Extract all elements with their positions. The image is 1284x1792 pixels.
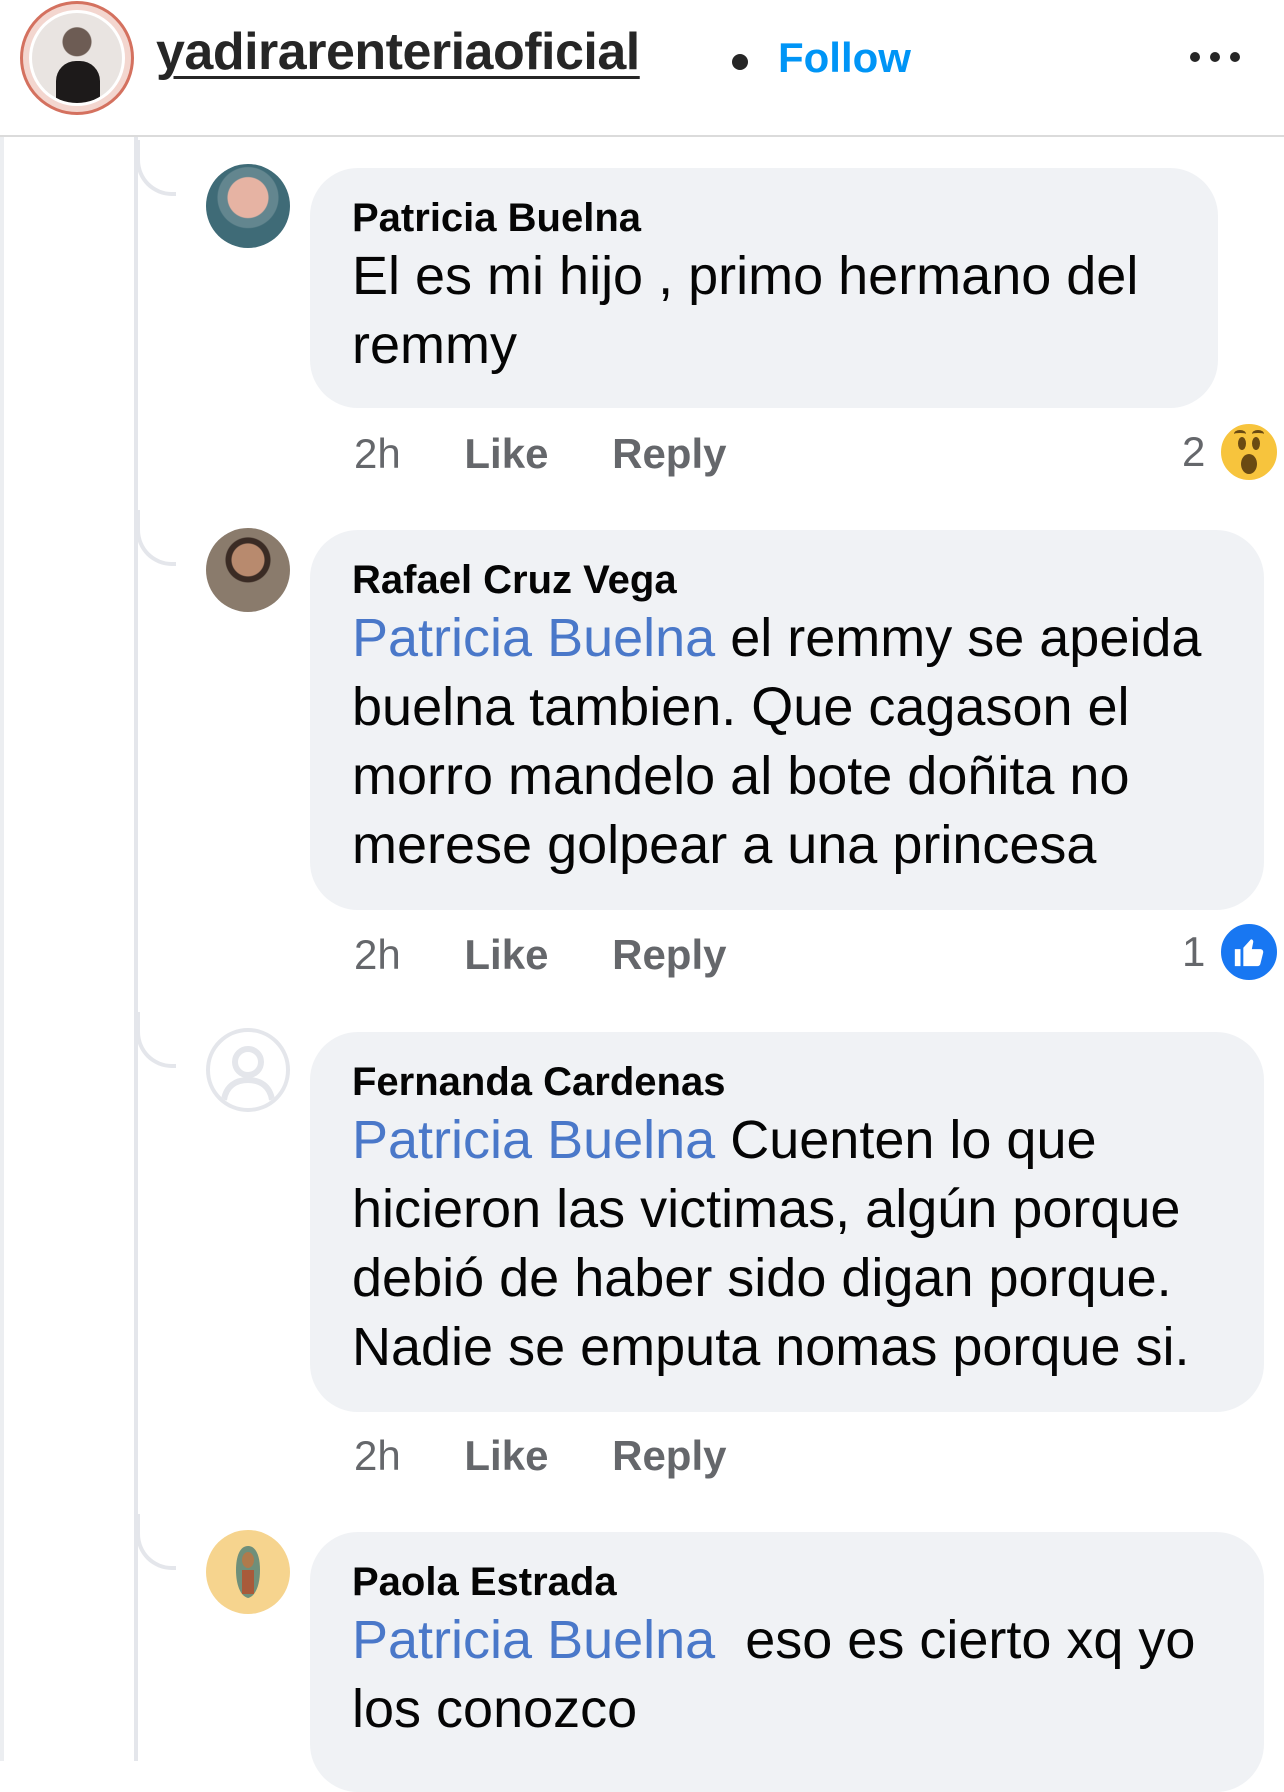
- comment-time[interactable]: 2h: [354, 430, 401, 477]
- comment-actions: 2h Like Reply: [354, 931, 778, 979]
- post-header: yadirarenteriaoficial Follow: [0, 0, 1284, 137]
- mention-link[interactable]: Patricia Buelna: [352, 608, 715, 668]
- avatar-photo: [32, 13, 122, 103]
- thread-connector: [136, 140, 176, 196]
- reply-button[interactable]: Reply: [612, 931, 726, 978]
- comment-time[interactable]: 2h: [354, 931, 401, 978]
- virgin-image-icon: [236, 1546, 260, 1598]
- commenter-avatar[interactable]: [206, 1530, 290, 1614]
- comment-bubble: Rafael Cruz Vega Patricia Buelna el remm…: [310, 530, 1264, 910]
- commenter-avatar[interactable]: [206, 164, 290, 248]
- comment-time[interactable]: 2h: [354, 1432, 401, 1479]
- comment-bubble: Fernanda Cardenas Patricia Buelna Cuente…: [310, 1032, 1264, 1412]
- mention-link[interactable]: Patricia Buelna: [352, 1110, 715, 1170]
- thread-connector: [136, 510, 176, 566]
- default-avatar-icon: [221, 1046, 275, 1101]
- comment-author[interactable]: Patricia Buelna: [352, 194, 1176, 242]
- more-options-icon[interactable]: [1190, 50, 1240, 64]
- reply-button[interactable]: Reply: [612, 1432, 726, 1479]
- reply-button[interactable]: Reply: [612, 430, 726, 477]
- like-button[interactable]: Like: [464, 931, 548, 978]
- comment-bubble: Paola Estrada Patricia Buelna eso es cie…: [310, 1532, 1264, 1792]
- reaction-count: 1: [1182, 928, 1206, 975]
- reaction-summary[interactable]: 2: [1182, 422, 1280, 482]
- like-icon: [1219, 922, 1280, 982]
- wow-icon: [1219, 422, 1280, 482]
- comment-author[interactable]: Fernanda Cardenas: [352, 1058, 1222, 1106]
- comment-text: Patricia Buelna el remmy se apeida bueln…: [352, 604, 1222, 880]
- thread-connector: [136, 1012, 176, 1068]
- reaction-count: 2: [1182, 428, 1206, 475]
- post-left-edge: [0, 137, 4, 1761]
- profile-username[interactable]: yadirarenteriaoficial: [156, 22, 640, 82]
- like-button[interactable]: Like: [464, 1432, 548, 1479]
- comment-text: El es mi hijo , primo hermano del remmy: [352, 246, 1139, 375]
- avatar-inner: [29, 10, 125, 106]
- commenter-avatar[interactable]: [206, 1028, 290, 1112]
- follow-button[interactable]: Follow: [778, 34, 911, 82]
- profile-avatar[interactable]: [20, 1, 134, 115]
- comment-author[interactable]: Rafael Cruz Vega: [352, 556, 1222, 604]
- comment-actions: 2h Like Reply: [354, 1432, 778, 1480]
- like-button[interactable]: Like: [464, 430, 548, 477]
- comment-text: Patricia Buelna eso es cierto xq yo los …: [352, 1606, 1222, 1744]
- mention-link[interactable]: Patricia Buelna: [352, 1610, 715, 1670]
- separator-dot: [732, 54, 748, 70]
- thread-connector: [136, 1514, 176, 1570]
- comment-bubble: Patricia Buelna El es mi hijo , primo he…: [310, 168, 1218, 408]
- commenter-avatar[interactable]: [206, 528, 290, 612]
- comment-text: Patricia Buelna Cuenten lo que hicieron …: [352, 1106, 1222, 1382]
- comment-author[interactable]: Paola Estrada: [352, 1558, 1222, 1606]
- comment-actions: 2h Like Reply: [354, 430, 778, 478]
- reaction-summary[interactable]: 1: [1182, 922, 1280, 982]
